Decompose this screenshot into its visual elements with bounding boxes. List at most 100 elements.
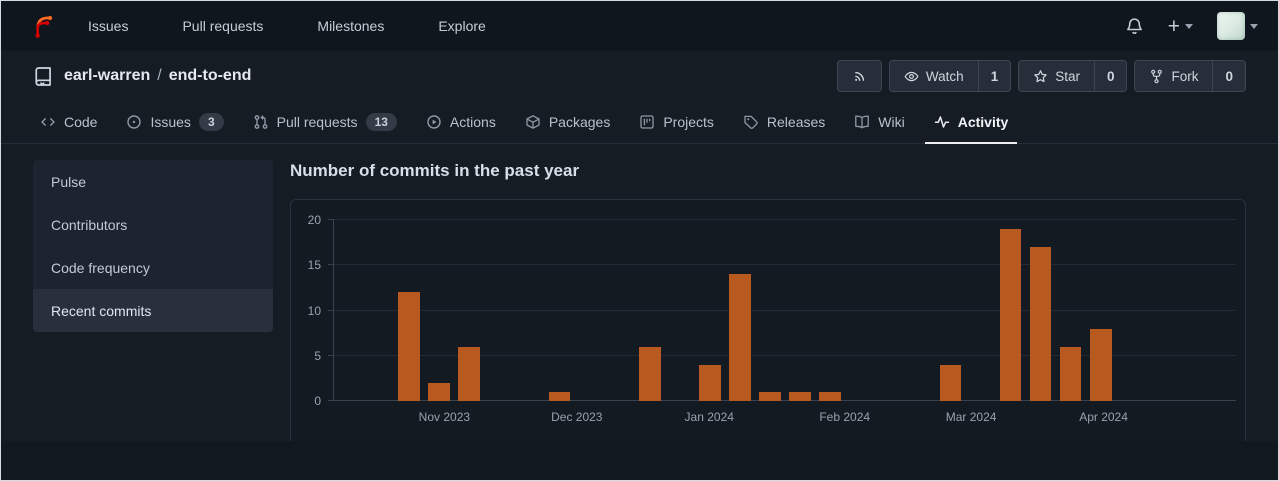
chart-y-tick	[328, 354, 334, 356]
tab-label: Issues	[150, 114, 191, 130]
commits-chart-panel: 0 5 10 15 20 Nov 2023 Dec 2023 Jan 2024 Feb 202…	[290, 199, 1246, 446]
tab-label: Wiki	[878, 114, 905, 130]
pull-requests-count-badge: 13	[365, 113, 397, 131]
chart-y-tick-label: 15	[307, 258, 321, 273]
chart-x-tick-label: Nov 2023	[418, 410, 471, 424]
chart-bar	[819, 391, 841, 401]
tab-issues[interactable]: Issues 3	[113, 101, 236, 143]
tab-activity[interactable]: Activity	[921, 101, 1022, 144]
create-new-button[interactable]: +	[1168, 16, 1193, 37]
tab-releases[interactable]: Releases	[730, 101, 838, 143]
chart-y-tick-label: 10	[307, 303, 321, 318]
breadcrumb-separator: /	[157, 67, 162, 84]
chart-y-tick-label: 20	[307, 213, 321, 227]
nav-link-explore[interactable]: Explore	[438, 18, 485, 34]
tag-icon	[743, 114, 759, 130]
tab-label: Packages	[548, 114, 611, 130]
chart-y-tick-label: 0	[314, 394, 321, 408]
chart-bar	[1029, 247, 1052, 401]
chart-x-tick-label: Jan 2024	[684, 410, 734, 424]
pulse-icon	[934, 114, 950, 130]
tab-packages[interactable]: Packages	[512, 101, 623, 143]
nav-link-milestones[interactable]: Milestones	[317, 18, 384, 34]
breadcrumb: earl-warren / end-to-end	[64, 67, 251, 85]
footer-strip	[1, 441, 1278, 480]
chart-plot	[328, 219, 1236, 401]
chart-x-tick-label: Mar 2024	[945, 410, 997, 424]
watch-button[interactable]: Watch 1	[888, 60, 1012, 92]
chart-y-axis: 0 5 10 15 20	[291, 213, 333, 408]
content-area: Pulse Contributors Code frequency Recent…	[1, 144, 1278, 446]
chart-gridline	[334, 309, 1236, 311]
fork-count[interactable]: 0	[1212, 61, 1245, 91]
chart-x-tick-label: Dec 2023	[551, 410, 603, 424]
nav-link-issues[interactable]: Issues	[88, 18, 128, 34]
tab-label: Actions	[449, 114, 496, 130]
sidebar-item-contributors[interactable]: Contributors	[33, 203, 273, 246]
tab-code[interactable]: Code	[27, 101, 110, 143]
chart-bar	[759, 391, 781, 401]
chart-bar	[699, 364, 721, 401]
star-icon	[1033, 69, 1048, 84]
fork-button[interactable]: Fork 0	[1134, 60, 1246, 92]
code-icon	[40, 114, 56, 130]
tab-actions[interactable]: Actions	[413, 101, 509, 143]
chart-bar	[939, 364, 962, 401]
notifications-button[interactable]	[1125, 17, 1144, 36]
repo-owner-link[interactable]: earl-warren	[64, 67, 150, 85]
repo-name-link[interactable]: end-to-end	[169, 67, 252, 85]
sidebar-item-recent-commits[interactable]: Recent commits	[33, 289, 273, 332]
star-button[interactable]: Star 0	[1018, 60, 1128, 92]
chart-bar	[428, 382, 451, 401]
chart-bar	[458, 346, 481, 401]
tab-label: Projects	[663, 114, 714, 130]
chart-y-tick-label: 5	[314, 348, 321, 363]
tab-wiki[interactable]: Wiki	[841, 101, 917, 143]
fork-label: Fork	[1171, 68, 1199, 84]
chevron-down-icon	[1250, 23, 1258, 29]
avatar	[1217, 12, 1245, 40]
repo-header: earl-warren / end-to-end Watch 1 Star 0 …	[1, 51, 1278, 101]
project-board-icon	[639, 114, 655, 130]
chevron-down-icon	[1185, 23, 1193, 29]
chart-bar	[999, 229, 1022, 401]
plus-icon: +	[1167, 14, 1180, 38]
tab-label: Activity	[957, 114, 1009, 130]
chart-bar	[398, 292, 420, 401]
user-menu-button[interactable]	[1217, 12, 1258, 40]
chart-y-tick	[328, 219, 334, 220]
chart-bar	[729, 274, 751, 401]
top-navbar: Issues Pull requests Milestones Explore …	[1, 1, 1278, 51]
package-icon	[525, 114, 541, 130]
forgejo-repo-activity-page: Issues Pull requests Milestones Explore …	[0, 0, 1279, 481]
chart-bar	[638, 346, 661, 401]
sidebar-item-pulse[interactable]: Pulse	[33, 160, 273, 203]
tab-pull-requests[interactable]: Pull requests 13	[240, 101, 410, 143]
watch-label: Watch	[925, 68, 964, 84]
repo-icon	[33, 66, 54, 87]
sidebar-item-code-frequency[interactable]: Code frequency	[33, 246, 273, 289]
nav-link-pull-requests[interactable]: Pull requests	[182, 18, 263, 34]
chart-bar	[1089, 328, 1112, 401]
tab-label: Code	[64, 114, 98, 130]
chart-x-tick-label: Apr 2024	[1079, 410, 1128, 424]
tab-projects[interactable]: Projects	[626, 101, 727, 143]
chart-gridline	[334, 219, 1236, 220]
activity-sidebar: Pulse Contributors Code frequency Recent…	[33, 160, 273, 332]
rss-feed-button[interactable]	[836, 60, 882, 92]
star-label: Star	[1055, 68, 1080, 84]
page-title: Number of commits in the past year	[290, 161, 580, 180]
chart-y-tick	[328, 309, 334, 311]
repo-actions: Watch 1 Star 0 Fork 0	[836, 60, 1246, 92]
chart-bar	[789, 391, 811, 401]
watch-count[interactable]: 1	[977, 61, 1011, 91]
rss-icon	[838, 61, 881, 91]
bell-icon	[1125, 17, 1144, 36]
chart-x-axis: Nov 2023 Dec 2023 Jan 2024 Feb 2024 Mar 2024…	[333, 401, 1236, 445]
fork-icon	[1149, 69, 1164, 84]
main-panel: Number of commits in the past year 0 5 10 1…	[290, 160, 1246, 446]
forgejo-logo[interactable]	[29, 11, 55, 41]
chart-bar	[1059, 346, 1082, 401]
git-pull-request-icon	[253, 114, 269, 130]
star-count[interactable]: 0	[1093, 61, 1127, 91]
